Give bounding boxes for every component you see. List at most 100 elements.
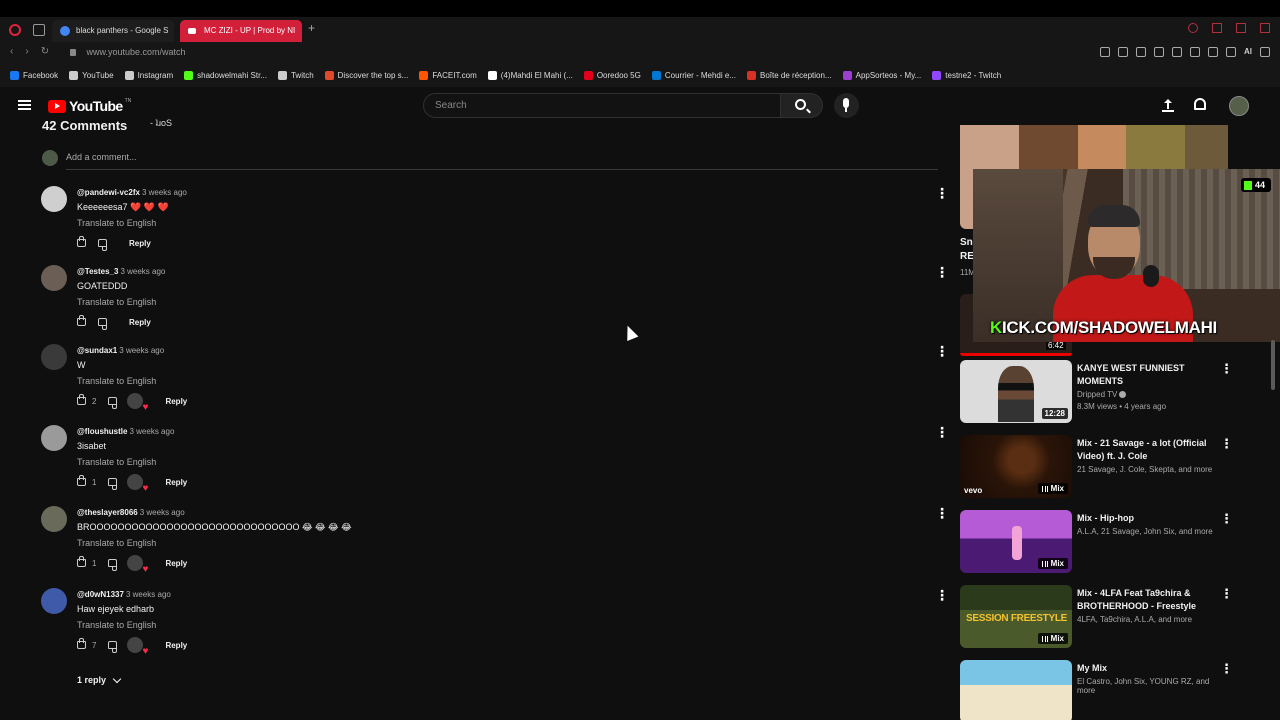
reply-button[interactable]: Reply	[165, 641, 187, 650]
thumbs-up-icon[interactable]	[77, 556, 86, 567]
download-icon[interactable]	[1226, 47, 1236, 57]
comment-author[interactable]: @Testes_3	[77, 267, 118, 276]
comment-time[interactable]: 3 weeks ago	[119, 346, 164, 355]
channel-name[interactable]: 21 Savage, J. Cole, Skepta, and more	[1077, 465, 1212, 474]
comment-author[interactable]: @floushustle	[77, 427, 127, 436]
translate-button[interactable]: Translate to English	[77, 538, 156, 548]
thumbs-down-icon[interactable]	[108, 641, 118, 653]
translate-button[interactable]: Translate to English	[77, 297, 156, 307]
video-thumbnail[interactable]	[960, 660, 1072, 720]
comment-time[interactable]: 3 weeks ago	[142, 188, 187, 197]
comment-more-actions-icon[interactable]	[935, 265, 949, 280]
opera-logo-icon[interactable]	[9, 24, 21, 36]
bookmark-item[interactable]: FACEIT.com	[419, 70, 477, 80]
snapshot-icon[interactable]	[1118, 47, 1128, 57]
comment-author[interactable]: @pandewi-vc2fx	[77, 188, 140, 197]
sidebar-video-item[interactable]: Mix Mix - Hip-hop A.L.A, 21 Savage, John S…	[960, 510, 1233, 576]
bookmark-item[interactable]: (4)Mahdi El Mahi (...	[487, 70, 573, 80]
thumbs-down-icon[interactable]	[98, 318, 107, 330]
maximize-icon[interactable]	[1236, 23, 1246, 33]
tab-search-icon[interactable]	[1188, 23, 1198, 33]
ai-button[interactable]: AI	[1244, 47, 1252, 57]
url-field[interactable]: www.youtube.com/watch	[70, 47, 186, 57]
tab-youtube-video[interactable]: MC ZIZI - UP | Prod by NI	[180, 20, 302, 42]
translate-button[interactable]: Translate to English	[77, 457, 156, 467]
video-thumbnail[interactable]: Mix	[960, 585, 1072, 648]
commenter-avatar[interactable]	[41, 425, 67, 451]
comment-more-actions-icon[interactable]	[935, 344, 949, 359]
sidebar-video-item[interactable]: vevo Mix Mix - 21 Savage - a lot (Official…	[960, 435, 1233, 501]
hamburger-menu-icon[interactable]	[18, 100, 31, 110]
video-thumbnail[interactable]: Mix	[960, 510, 1072, 573]
comment-more-actions-icon[interactable]	[935, 186, 949, 201]
video-more-actions-icon[interactable]	[1220, 512, 1233, 527]
heart-icon[interactable]	[1172, 47, 1182, 57]
account-avatar[interactable]	[1229, 96, 1249, 116]
thumbs-down-icon[interactable]	[108, 397, 118, 409]
video-title[interactable]: Mix - 4LFA Feat Ta9chira & BROTHERHOOD -…	[1077, 587, 1217, 613]
comment-author[interactable]: @theslayer8066	[77, 508, 138, 517]
comment-time[interactable]: 3 weeks ago	[120, 267, 165, 276]
bookmark-item[interactable]: AppSorteos - My...	[842, 70, 921, 80]
video-more-actions-icon[interactable]	[1220, 362, 1233, 377]
forward-arrow-icon[interactable]: ›	[25, 46, 28, 57]
notifications-bell-icon[interactable]	[1194, 98, 1206, 110]
channel-name[interactable]: A.L.A, 21 Savage, John Six, and more	[1077, 527, 1213, 536]
commenter-avatar[interactable]	[41, 186, 67, 212]
tab-overview-icon[interactable]	[33, 24, 45, 36]
bookmark-item[interactable]: Discover the top s...	[324, 70, 408, 80]
comment-more-actions-icon[interactable]	[935, 588, 949, 603]
video-title[interactable]: KANYE WEST FUNNIEST MOMENTS	[1077, 362, 1217, 388]
bookmark-item[interactable]: shadowelmahi Str...	[184, 70, 267, 80]
translate-button[interactable]: Translate to English	[77, 620, 156, 630]
commenter-avatar[interactable]	[41, 506, 67, 532]
thumbs-down-icon[interactable]	[108, 478, 118, 490]
upload-icon[interactable]	[1162, 99, 1174, 112]
bookmark-item[interactable]: Ooredoo 5G	[583, 70, 641, 80]
video-title[interactable]: My Mix	[1077, 662, 1217, 675]
sidebar-video-item[interactable]: 12:28 KANYE WEST FUNNIEST MOMENTS Dripped …	[960, 360, 1233, 426]
bookmark-item[interactable]: Courrier - Mehdi e...	[651, 70, 736, 80]
thumbs-up-icon[interactable]	[77, 236, 86, 247]
page-scrollbar[interactable]	[1271, 340, 1275, 390]
reply-button[interactable]: Reply	[165, 559, 187, 568]
commenter-avatar[interactable]	[41, 265, 67, 291]
channel-name[interactable]: 4LFA, Ta9chira, A.L.A, and more	[1077, 615, 1192, 624]
extensions-icon[interactable]	[1190, 47, 1200, 57]
bookmark-item[interactable]: Twitch	[277, 70, 314, 80]
tab-google-search[interactable]: black panthers - Google S	[52, 20, 174, 42]
video-more-actions-icon[interactable]	[1220, 587, 1233, 602]
reply-button[interactable]: Reply	[129, 318, 151, 327]
comment-time[interactable]: 3 weeks ago	[129, 427, 174, 436]
sidebar-video-item[interactable]: My Mix El Castro, John Six, YOUNG RZ, and…	[960, 660, 1233, 720]
video-thumbnail[interactable]: vevo Mix	[960, 435, 1072, 498]
comment-time[interactable]: 3 weeks ago	[140, 508, 185, 517]
comment-more-actions-icon[interactable]	[935, 425, 949, 440]
thumbs-up-icon[interactable]	[77, 315, 86, 326]
channel-name[interactable]: Dripped TV	[1077, 390, 1117, 399]
youtube-logo[interactable]: YouTube TN	[48, 98, 131, 114]
back-arrow-icon[interactable]: ‹	[10, 46, 13, 57]
bookmark-icon[interactable]	[1100, 47, 1110, 57]
reply-button[interactable]: Reply	[165, 478, 187, 487]
player-icon[interactable]	[1154, 47, 1164, 57]
bookmark-item[interactable]: Instagram	[124, 70, 173, 80]
video-title[interactable]: Mix - Hip-hop	[1077, 512, 1217, 525]
comment-author[interactable]: @sundax1	[77, 346, 117, 355]
voice-search-mic-icon[interactable]	[834, 93, 859, 118]
add-comment-input[interactable]: Add a comment...	[66, 152, 938, 170]
sort-by-button[interactable]: - ʇɹoS	[150, 118, 172, 126]
close-window-icon[interactable]	[1260, 23, 1270, 33]
video-thumbnail[interactable]: 12:28	[960, 360, 1072, 423]
bookmark-item[interactable]: Facebook	[10, 70, 58, 80]
video-more-actions-icon[interactable]	[1220, 662, 1233, 677]
reply-button[interactable]: Reply	[129, 239, 151, 248]
minimize-icon[interactable]	[1212, 23, 1222, 33]
new-tab-plus-icon[interactable]: +	[308, 21, 315, 35]
thumbs-up-icon[interactable]	[77, 475, 86, 486]
reply-button[interactable]: Reply	[165, 397, 187, 406]
video-more-actions-icon[interactable]	[1220, 437, 1233, 452]
thumbs-down-icon[interactable]	[108, 559, 118, 571]
bookmark-item[interactable]: YouTube	[69, 70, 114, 80]
commenter-avatar[interactable]	[41, 588, 67, 614]
